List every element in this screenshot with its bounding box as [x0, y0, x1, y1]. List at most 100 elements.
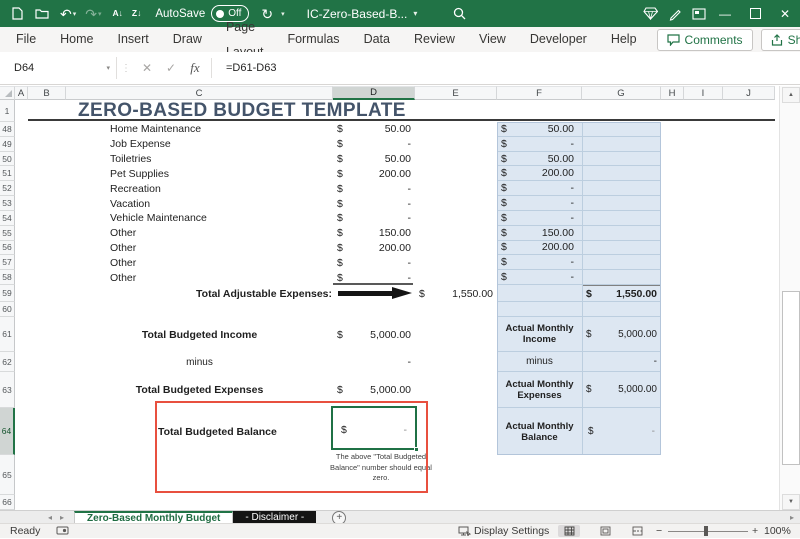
cell-c61[interactable]: Total Budgeted Income: [66, 317, 333, 352]
column-header-c[interactable]: C: [66, 86, 333, 100]
cell-g48[interactable]: [582, 122, 661, 137]
row-header-51[interactable]: 51: [0, 166, 15, 181]
column-header-e[interactable]: E: [415, 86, 497, 100]
quick-access-chevron-icon[interactable]: ▾: [281, 10, 285, 18]
confirm-entry-icon[interactable]: ✓: [159, 61, 183, 75]
cell-c50[interactable]: Toiletries: [66, 152, 333, 167]
cell-g52[interactable]: [582, 181, 661, 196]
row-header-61[interactable]: 61: [0, 317, 15, 352]
cell-g53[interactable]: [582, 196, 661, 211]
cell-c64[interactable]: Total Budgeted Balance: [158, 408, 358, 455]
cell-f52[interactable]: $-: [497, 181, 582, 196]
row-header-59[interactable]: 59: [0, 285, 15, 302]
column-header-i[interactable]: I: [684, 86, 723, 100]
column-header-f[interactable]: F: [497, 86, 582, 100]
column-header-b[interactable]: B: [28, 86, 66, 100]
row-header-62[interactable]: 62: [0, 352, 15, 372]
display-settings-icon[interactable]: [458, 526, 471, 539]
tab-formulas[interactable]: Formulas: [275, 27, 351, 52]
row-header-1[interactable]: 1: [0, 100, 15, 122]
zoom-slider-thumb[interactable]: [704, 526, 708, 536]
cell-c49[interactable]: Job Expense: [66, 137, 333, 152]
cell-c55[interactable]: Other: [66, 226, 333, 241]
cell-g54[interactable]: [582, 211, 661, 226]
cell-g60[interactable]: [582, 302, 661, 317]
row-header-56[interactable]: 56: [0, 241, 15, 256]
minimize-button[interactable]: —: [710, 0, 740, 27]
cell-g58[interactable]: [582, 270, 661, 285]
cell-d53[interactable]: $-: [333, 196, 415, 211]
cell-d49[interactable]: $-: [333, 137, 415, 152]
row-header-50[interactable]: 50: [0, 152, 15, 167]
tab-review[interactable]: Review: [402, 27, 467, 52]
cell-c51[interactable]: Pet Supplies: [66, 166, 333, 181]
tab-insert[interactable]: Insert: [106, 27, 161, 52]
cell-total-adjustable-label[interactable]: Total Adjustable Expenses:: [66, 285, 332, 302]
insert-function-icon[interactable]: fx: [183, 60, 207, 76]
scroll-down-icon[interactable]: ▼: [782, 494, 800, 510]
tab-home[interactable]: Home: [48, 27, 105, 52]
cell-f53[interactable]: $-: [497, 196, 582, 211]
close-button[interactable]: ✕: [770, 0, 800, 27]
document-title-chevron-icon[interactable]: ▾: [413, 9, 417, 18]
cell-g62[interactable]: -: [582, 352, 661, 372]
cell-f61[interactable]: Actual Monthly Income: [497, 317, 582, 352]
cell-g49[interactable]: [582, 137, 661, 152]
cell-g61[interactable]: $ 5,000.00: [582, 317, 661, 352]
row-header-60[interactable]: 60: [0, 302, 15, 317]
premium-diamond-icon[interactable]: [643, 0, 658, 27]
tab-view[interactable]: View: [467, 27, 518, 52]
formula-input[interactable]: =D61-D63: [226, 62, 276, 74]
vertical-scrollbar[interactable]: ▲ ▼: [779, 86, 800, 510]
name-box-chevron-icon[interactable]: ▾: [106, 64, 110, 72]
cell-f50[interactable]: $50.00: [497, 152, 582, 167]
view-normal-button[interactable]: [558, 525, 580, 537]
worksheet-grid[interactable]: ZERO-BASED BUDGET TEMPLATE Total Adjusta…: [0, 100, 779, 510]
row-header-65[interactable]: 65: [0, 455, 15, 495]
cell-c52[interactable]: Recreation: [66, 181, 333, 196]
tab-data[interactable]: Data: [352, 27, 402, 52]
cell-c58[interactable]: Other: [66, 270, 333, 285]
cell-g51[interactable]: [582, 166, 661, 181]
row-header-48[interactable]: 48: [0, 122, 15, 137]
cell-e59[interactable]: $ 1,550.00: [415, 285, 497, 302]
cell-d55[interactable]: $150.00: [333, 226, 415, 241]
cell-d58[interactable]: $-: [333, 270, 415, 285]
fill-handle[interactable]: [414, 447, 419, 452]
zoom-slider-track[interactable]: [668, 531, 748, 532]
tab-file[interactable]: File: [4, 27, 48, 52]
row-header-57[interactable]: 57: [0, 255, 15, 270]
cell-f57[interactable]: $-: [497, 255, 582, 270]
cell-g50[interactable]: [582, 152, 661, 167]
cell-f48[interactable]: $50.00: [497, 122, 582, 137]
cell-g56[interactable]: [582, 241, 661, 256]
cell-d54[interactable]: $-: [333, 211, 415, 226]
cell-f64[interactable]: Actual Monthly Balance: [497, 408, 582, 455]
document-title[interactable]: IC-Zero-Based-B...: [307, 7, 408, 21]
row-header-63[interactable]: 63: [0, 372, 15, 408]
cell-d61[interactable]: $ 5,000.00: [333, 317, 415, 352]
cell-g64[interactable]: $ -: [582, 408, 661, 455]
zoom-percentage[interactable]: 100%: [764, 525, 791, 537]
cell-g63[interactable]: $ 5,000.00: [582, 372, 661, 408]
cell-c63[interactable]: Total Budgeted Expenses: [66, 372, 333, 408]
cell-c62[interactable]: minus: [66, 352, 333, 372]
column-header-j[interactable]: J: [723, 86, 775, 100]
cell-d56[interactable]: $200.00: [333, 241, 415, 256]
cell-d50[interactable]: $50.00: [333, 152, 415, 167]
cell-f58[interactable]: $-: [497, 270, 582, 285]
draw-pen-icon[interactable]: [668, 0, 682, 27]
accessibility-checker-icon[interactable]: [56, 526, 69, 539]
name-box[interactable]: D64 ▾: [8, 57, 117, 79]
tab-draw[interactable]: Draw: [161, 27, 214, 52]
row-header-49[interactable]: 49: [0, 137, 15, 152]
column-header-a[interactable]: A: [15, 86, 28, 100]
comments-button[interactable]: Comments: [657, 29, 753, 51]
view-page-layout-button[interactable]: [594, 525, 616, 537]
column-header-g[interactable]: G: [582, 86, 661, 100]
undo-icon[interactable]: ↶▾: [60, 0, 76, 27]
cell-f56[interactable]: $200.00: [497, 241, 582, 256]
cell-f51[interactable]: $200.00: [497, 166, 582, 181]
cell-c57[interactable]: Other: [66, 255, 333, 270]
cell-c53[interactable]: Vacation: [66, 196, 333, 211]
